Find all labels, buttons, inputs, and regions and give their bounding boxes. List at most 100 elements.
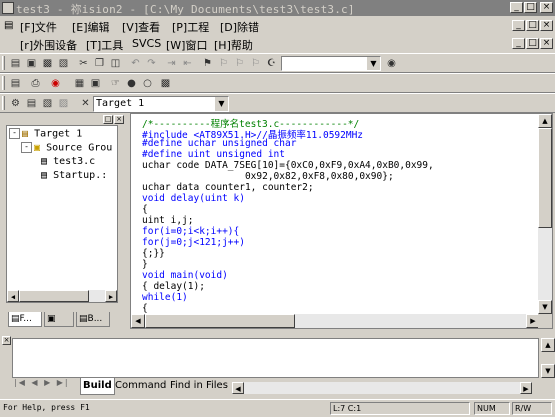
scroll-up-icon[interactable]: ▲ [541, 338, 555, 352]
menu-edit[interactable]: [E]编辑 [72, 19, 110, 35]
target-select[interactable]: Target 1 ▼ [93, 96, 229, 112]
scroll-left-icon[interactable]: ◀ [232, 382, 244, 394]
doc-close-button[interactable]: × [540, 20, 553, 31]
editor-gutter[interactable] [131, 114, 141, 314]
tree-file-startup[interactable]: ▤ Startup.: [41, 170, 107, 181]
code-line[interactable]: void main(void) [142, 270, 228, 281]
code-line[interactable]: 0x92,0x82,0xF8,0x80,0x90}; [142, 171, 394, 182]
code-line[interactable]: uchar data counter1, counter2; [142, 182, 314, 193]
tab-files[interactable]: ▤F... [8, 312, 42, 327]
code-line[interactable]: { delay(1); [142, 281, 205, 292]
breakpoint-icon[interactable]: ● [124, 76, 139, 91]
panel-dock-button[interactable]: □ [103, 115, 113, 124]
bookmark-icon[interactable]: ⚑ [200, 56, 215, 71]
maximize-button[interactable]: □ [524, 2, 537, 13]
code-line[interactable]: for(j=0;j<121;j++) [142, 237, 245, 248]
disable-breakpoint-icon[interactable]: ○ [140, 76, 155, 91]
copy-icon[interactable]: ❐ [92, 56, 107, 71]
scroll-right-icon[interactable]: ▶ [105, 290, 117, 302]
code-line[interactable]: #define uchar unsigned char [142, 138, 296, 149]
scroll-left-icon[interactable]: ◀ [131, 314, 145, 328]
mdi-minimize-button[interactable]: _ [512, 38, 525, 49]
code-editor[interactable]: /*----------程序名test3.c------------*/#inc… [130, 113, 553, 329]
output-hscroll[interactable]: ◀ ▶ [232, 382, 532, 394]
code-line[interactable]: #define uint unsigned int [142, 149, 285, 160]
code-line[interactable]: void delay(uint k) [142, 193, 245, 204]
scroll-thumb[interactable] [538, 128, 552, 228]
scroll-thumb[interactable] [19, 290, 89, 302]
indent-icon[interactable]: ⇥ [164, 56, 179, 71]
tree-hscroll[interactable]: ◀ ▶ [7, 290, 117, 302]
binoculars-icon[interactable]: ◉ [384, 56, 399, 71]
scroll-down-icon[interactable]: ▼ [541, 364, 555, 378]
translate-icon[interactable]: ▤ [24, 96, 39, 111]
toolbar-grip[interactable] [2, 56, 5, 70]
chevron-down-icon[interactable]: ▼ [366, 57, 380, 70]
menu-tools[interactable]: [T]工具 [86, 37, 123, 53]
redo-icon[interactable]: ↷ [144, 56, 159, 71]
scroll-thumb[interactable] [145, 314, 295, 328]
menu-debug[interactable]: [D]除错 [220, 19, 259, 35]
window-icon[interactable]: ▦ [72, 76, 87, 91]
project-window-icon[interactable]: ▣ [88, 76, 103, 91]
scroll-down-icon[interactable]: ▼ [538, 300, 552, 314]
code-line[interactable]: { [142, 303, 148, 314]
save-icon[interactable]: ▩ [40, 56, 55, 71]
target-options-icon[interactable]: ✕ [78, 96, 93, 111]
code-line[interactable]: } [142, 259, 148, 270]
scroll-left-icon[interactable]: ◀ [7, 290, 19, 302]
next-bookmark-icon[interactable]: ⚐ [232, 56, 247, 71]
menu-help[interactable]: [H]帮助 [214, 37, 253, 53]
close-button[interactable]: × [540, 2, 553, 13]
tab-regs[interactable]: ▣ [44, 312, 74, 327]
tab-find-in-files[interactable]: Find in Files [170, 378, 228, 394]
toolbar-grip[interactable] [2, 76, 5, 90]
panel-close-button[interactable]: × [114, 115, 124, 124]
print-icon[interactable]: ⎙ [28, 76, 43, 91]
new-file-icon[interactable]: ▤ [8, 56, 23, 71]
tab-books[interactable]: ▤B... [76, 312, 110, 327]
menu-view[interactable]: [V]查看 [122, 19, 160, 35]
tree-file-test3[interactable]: ▤ test3.c [41, 156, 95, 167]
tree-node-target[interactable]: - ▤ Target 1 [9, 128, 82, 140]
tab-command[interactable]: Command [115, 378, 166, 394]
gear-icon[interactable]: ⚙ [8, 96, 23, 111]
document-icon[interactable]: ▤ [8, 76, 23, 91]
code-line[interactable]: { [142, 204, 148, 215]
doc-restore-button[interactable]: □ [526, 20, 539, 31]
menu-window[interactable]: [W]窗口 [166, 37, 207, 53]
code-line[interactable]: uint i,j; [142, 215, 193, 226]
debug-icon[interactable]: ◉ [48, 76, 63, 91]
editor-vscroll[interactable]: ▲ ▼ [538, 114, 552, 314]
unindent-icon[interactable]: ⇤ [180, 56, 195, 71]
doc-minimize-button[interactable]: _ [512, 20, 525, 31]
scroll-right-icon[interactable]: ▶ [520, 382, 532, 394]
settings-icon[interactable]: ▩ [158, 76, 173, 91]
build-icon[interactable]: ▧ [40, 96, 55, 111]
output-close-button[interactable]: × [2, 336, 11, 345]
find-in-files-icon[interactable]: ☪ [264, 56, 279, 71]
collapse-icon[interactable]: - [9, 128, 20, 139]
save-all-icon[interactable]: ▧ [56, 56, 71, 71]
collapse-icon[interactable]: - [21, 142, 32, 153]
code-line[interactable]: uchar code DATA_7SEG[10]={0xC0,0xF9,0xA4… [142, 160, 434, 171]
clear-bookmark-icon[interactable]: ⚐ [248, 56, 263, 71]
mdi-close-button[interactable]: × [540, 38, 553, 49]
output-text-area[interactable] [12, 338, 539, 378]
toolbar-grip[interactable] [2, 96, 5, 110]
mdi-restore-button[interactable]: □ [526, 38, 539, 49]
tab-scroll-arrows[interactable]: |◀ ◀ ▶ ▶| [14, 378, 70, 387]
paste-icon[interactable]: ◫ [108, 56, 123, 71]
scroll-up-icon[interactable]: ▲ [538, 114, 552, 128]
tab-build[interactable]: Build [80, 378, 115, 395]
cut-icon[interactable]: ✂ [76, 56, 91, 71]
rebuild-icon[interactable]: ▨ [56, 96, 71, 111]
code-line[interactable]: for(i=0;i<k;i++){ [142, 226, 239, 237]
minimize-button[interactable]: _ [510, 2, 523, 13]
undo-icon[interactable]: ↶ [128, 56, 143, 71]
code-line[interactable]: while(1) [142, 292, 188, 303]
hand-icon[interactable]: ☞ [108, 76, 123, 91]
tree-node-source-group[interactable]: - ▣ Source Grou [21, 142, 112, 154]
menu-file[interactable]: [F]文件 [20, 19, 57, 35]
menu-project[interactable]: [P]工程 [172, 19, 209, 35]
